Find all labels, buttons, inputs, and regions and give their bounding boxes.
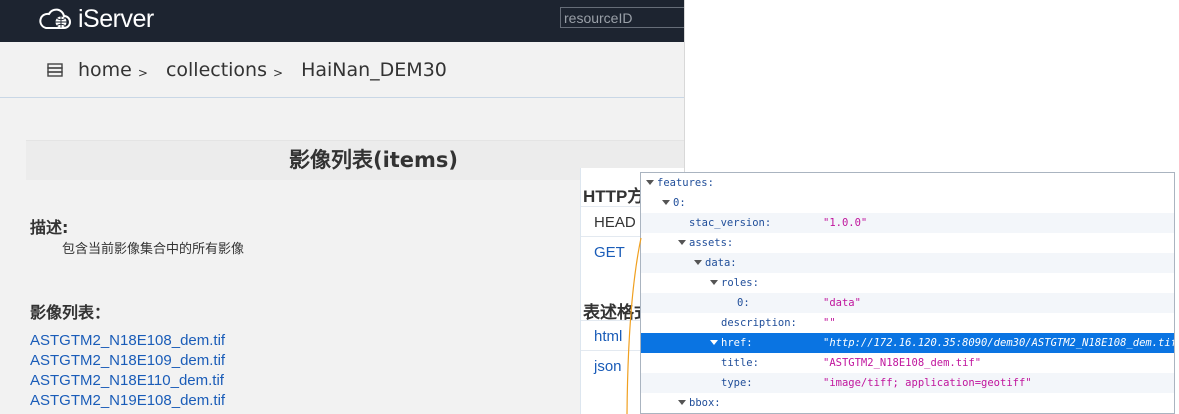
json-row-feature-0[interactable]: 0: xyxy=(641,193,1174,213)
description-label: 描述: xyxy=(30,218,69,237)
json-key: data: xyxy=(705,257,737,269)
expand-triangle-icon[interactable] xyxy=(694,260,702,265)
iserver-logo[interactable]: iServer xyxy=(38,4,154,34)
image-link[interactable]: ASTGTM2_N19E108_dem.tif xyxy=(30,391,225,411)
json-key: assets: xyxy=(689,237,734,249)
http-methods-heading: HTTP方 xyxy=(583,187,645,206)
expand-triangle-icon[interactable] xyxy=(646,180,654,185)
json-row-stac-version[interactable]: stac_version: "1.0.0" xyxy=(641,213,1174,233)
json-key: type: xyxy=(721,377,753,389)
json-row-features[interactable]: features: xyxy=(641,173,1174,193)
image-list: ASTGTM2_N18E108_dem.tif ASTGTM2_N18E109_… xyxy=(30,331,225,411)
expand-triangle-icon[interactable] xyxy=(710,340,718,345)
json-key: href: xyxy=(721,337,753,349)
json-row-roles[interactable]: roles: xyxy=(641,273,1174,293)
cloud-globe-icon xyxy=(39,8,71,29)
json-row-type[interactable]: type: "image/tiff; application=geotiff" xyxy=(641,373,1174,393)
json-key: 0: xyxy=(673,197,686,209)
json-value: "1.0.0" xyxy=(823,217,868,229)
json-key: stac_version: xyxy=(689,217,772,229)
image-link[interactable]: ASTGTM2_N18E108_dem.tif xyxy=(30,331,225,351)
json-value: "data" xyxy=(823,297,861,309)
breadcrumb-collections[interactable]: collections xyxy=(166,59,267,81)
json-key: bbox: xyxy=(689,397,721,409)
json-key: features: xyxy=(657,177,714,189)
format-html-link[interactable]: html xyxy=(594,328,622,345)
expand-triangle-icon[interactable] xyxy=(678,400,686,405)
breadcrumb-home[interactable]: home xyxy=(78,59,132,81)
json-row-role-0[interactable]: 0: "data" xyxy=(641,293,1174,313)
browser-page: iServer home > collections > HaiNan_DEM3… xyxy=(0,0,685,414)
json-row-bbox[interactable]: bbox: xyxy=(641,393,1174,413)
method-get-link[interactable]: GET xyxy=(594,244,625,261)
json-row-description[interactable]: description: "" xyxy=(641,313,1174,333)
logo-text: iServer xyxy=(78,4,154,33)
server-icon xyxy=(47,62,63,77)
image-link[interactable]: ASTGTM2_N18E110_dem.tif xyxy=(30,371,225,391)
breadcrumb: home > collections > HaiNan_DEM30 xyxy=(0,42,684,98)
json-row-assets[interactable]: assets: xyxy=(641,233,1174,253)
expand-triangle-icon[interactable] xyxy=(710,280,718,285)
format-json-link[interactable]: json xyxy=(594,358,622,375)
json-key: roles: xyxy=(721,277,759,289)
expand-triangle-icon[interactable] xyxy=(678,240,686,245)
json-key: 0: xyxy=(737,297,750,309)
breadcrumb-separator: > xyxy=(273,65,284,80)
json-row-title[interactable]: title: "ASTGTM2_N18E108_dem.tif" xyxy=(641,353,1174,373)
json-key: description: xyxy=(721,317,797,329)
resource-id-search-input[interactable] xyxy=(560,7,684,28)
json-row-data[interactable]: data: xyxy=(641,253,1174,273)
json-value: "image/tiff; application=geotiff" xyxy=(823,377,1032,389)
json-value: "ASTGTM2_N18E108_dem.tif" xyxy=(823,357,982,369)
json-viewer-popup: features: 0: stac_version: "1.0.0" asset… xyxy=(640,172,1175,414)
expand-triangle-icon[interactable] xyxy=(662,200,670,205)
json-value: "" xyxy=(823,317,836,329)
image-list-label: 影像列表： xyxy=(30,303,111,322)
method-head: HEAD xyxy=(594,214,636,231)
json-key: title: xyxy=(721,357,759,369)
top-navbar: iServer xyxy=(0,0,684,42)
breadcrumb-current: HaiNan_DEM30 xyxy=(301,58,447,81)
json-row-href-selected[interactable]: href: "http://172.16.120.35:8090/dem30/A… xyxy=(641,333,1174,353)
breadcrumb-separator: > xyxy=(137,65,148,80)
json-value: "http://172.16.120.35:8090/dem30/ASTGTM2… xyxy=(823,337,1175,349)
image-link[interactable]: ASTGTM2_N18E109_dem.tif xyxy=(30,351,225,371)
description-text: 包含当前影像集合中的所有影像 xyxy=(62,242,245,257)
